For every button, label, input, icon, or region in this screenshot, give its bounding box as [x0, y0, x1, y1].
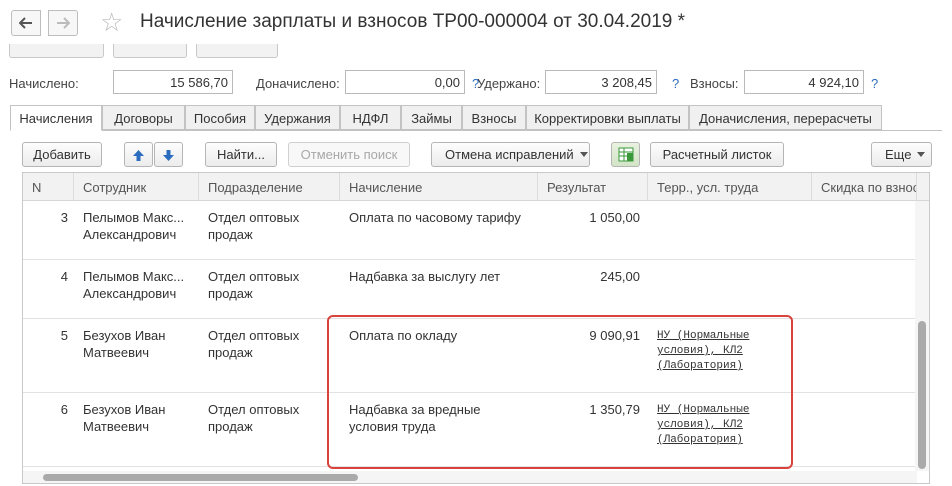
arrow-down-icon [163, 150, 174, 161]
command-button[interactable] [113, 44, 187, 58]
withheld-field[interactable]: 3 208,45 [545, 70, 657, 94]
column-header-employee[interactable]: Сотрудник [74, 173, 199, 201]
find-button[interactable]: Найти... [205, 142, 277, 167]
chevron-down-icon [917, 152, 926, 157]
vertical-scrollbar-thumb[interactable] [918, 321, 926, 469]
tab-accruals[interactable]: Начисления [10, 105, 102, 131]
forward-button[interactable] [48, 10, 78, 36]
row-number: 3 [60, 210, 68, 225]
move-down-button[interactable] [154, 142, 183, 167]
accrual-cell: Оплата по часовому тарифу [349, 210, 521, 225]
column-header-result[interactable]: Результат [538, 173, 648, 201]
payslip-button[interactable]: Расчетный листок [650, 142, 784, 167]
accrued-label: Начислено: [9, 76, 79, 91]
horizontal-scrollbar-thumb[interactable] [43, 474, 358, 481]
arrow-up-icon [133, 150, 144, 161]
table-icon [618, 147, 633, 162]
vertical-scrollbar[interactable] [915, 201, 929, 471]
tab-loans[interactable]: Займы [401, 105, 462, 130]
accrual-cell: Надбавка за выслугу лет [349, 269, 501, 284]
tab-recalculations[interactable]: Доначисления, перерасчеты [689, 105, 882, 130]
back-button[interactable] [11, 10, 41, 36]
move-up-button[interactable] [124, 142, 153, 167]
column-header-department[interactable]: Подразделение [199, 173, 340, 201]
title-bar: ☆ Начисление зарплаты и взносов ТР00-000… [0, 0, 952, 46]
grid-settings-button[interactable] [611, 142, 640, 167]
star-icon[interactable]: ☆ [100, 9, 123, 35]
employee-cell: Пелымов Макс... Александрович [83, 210, 185, 242]
result-cell: 245,00 [600, 269, 640, 284]
column-header-n[interactable]: N [23, 173, 74, 201]
help-icon[interactable]: ? [672, 76, 679, 91]
row-number: 4 [60, 269, 68, 284]
employee-cell: Пелымов Макс... Александрович [83, 269, 185, 301]
withheld-label: Удержано: [477, 76, 541, 91]
arrow-right-icon [57, 17, 70, 29]
cancel-corrections-button[interactable]: Отмена исправлений [431, 142, 590, 167]
contributions-label: Взносы: [690, 76, 739, 91]
horizontal-scrollbar[interactable] [23, 471, 917, 483]
add-button[interactable]: Добавить [22, 142, 102, 167]
page-title: Начисление зарплаты и взносов ТР00-00000… [140, 11, 686, 32]
department-cell: Отдел оптовых продаж [208, 269, 300, 301]
row-number: 5 [60, 328, 68, 343]
cancel-search-button[interactable]: Отменить поиск [288, 142, 410, 167]
column-header-accrual[interactable]: Начисление [340, 173, 538, 201]
employee-cell: Безухов Иван Матвеевич [83, 402, 166, 434]
tab-deductions[interactable]: Удержания [255, 105, 340, 130]
help-icon[interactable]: ? [871, 76, 878, 91]
department-cell: Отдел оптовых продаж [208, 402, 300, 434]
table-row[interactable]: 3 Пелымов Макс... Александрович Отдел оп… [23, 201, 917, 260]
command-button[interactable] [196, 44, 278, 58]
tab-benefits[interactable]: Пособия [185, 105, 255, 130]
result-cell: 1 050,00 [589, 210, 640, 225]
cancel-corrections-label: Отмена исправлений [445, 147, 574, 162]
arrow-left-icon [19, 17, 32, 29]
tab-contracts[interactable]: Договоры [102, 105, 185, 130]
more-label: Еще [885, 147, 912, 162]
additional-label: Доначислено: [256, 76, 340, 91]
row-number: 6 [60, 402, 68, 417]
tab-payment-corrections[interactable]: Корректировки выплаты [526, 105, 689, 130]
contributions-field[interactable]: 4 924,10 [744, 70, 864, 94]
more-button[interactable]: Еще [871, 142, 932, 167]
table-header: N Сотрудник Подразделение Начисление Рез… [23, 173, 929, 201]
column-header-terr[interactable]: Терр., усл. труда [648, 173, 812, 201]
chevron-down-icon [579, 152, 588, 157]
accrued-field[interactable]: 15 586,70 [113, 70, 233, 94]
highlight-frame [327, 315, 793, 469]
column-header-discount[interactable]: Скидка по взнос [812, 173, 917, 201]
additional-field[interactable]: 0,00 [345, 70, 465, 94]
employee-cell: Безухов Иван Матвеевич [83, 328, 166, 360]
command-button[interactable] [9, 44, 104, 58]
tab-contributions[interactable]: Взносы [462, 105, 526, 130]
table-row[interactable]: 4 Пелымов Макс... Александрович Отдел оп… [23, 260, 917, 319]
tab-ndfl[interactable]: НДФЛ [340, 105, 401, 130]
department-cell: Отдел оптовых продаж [208, 210, 300, 242]
department-cell: Отдел оптовых продаж [208, 328, 300, 360]
